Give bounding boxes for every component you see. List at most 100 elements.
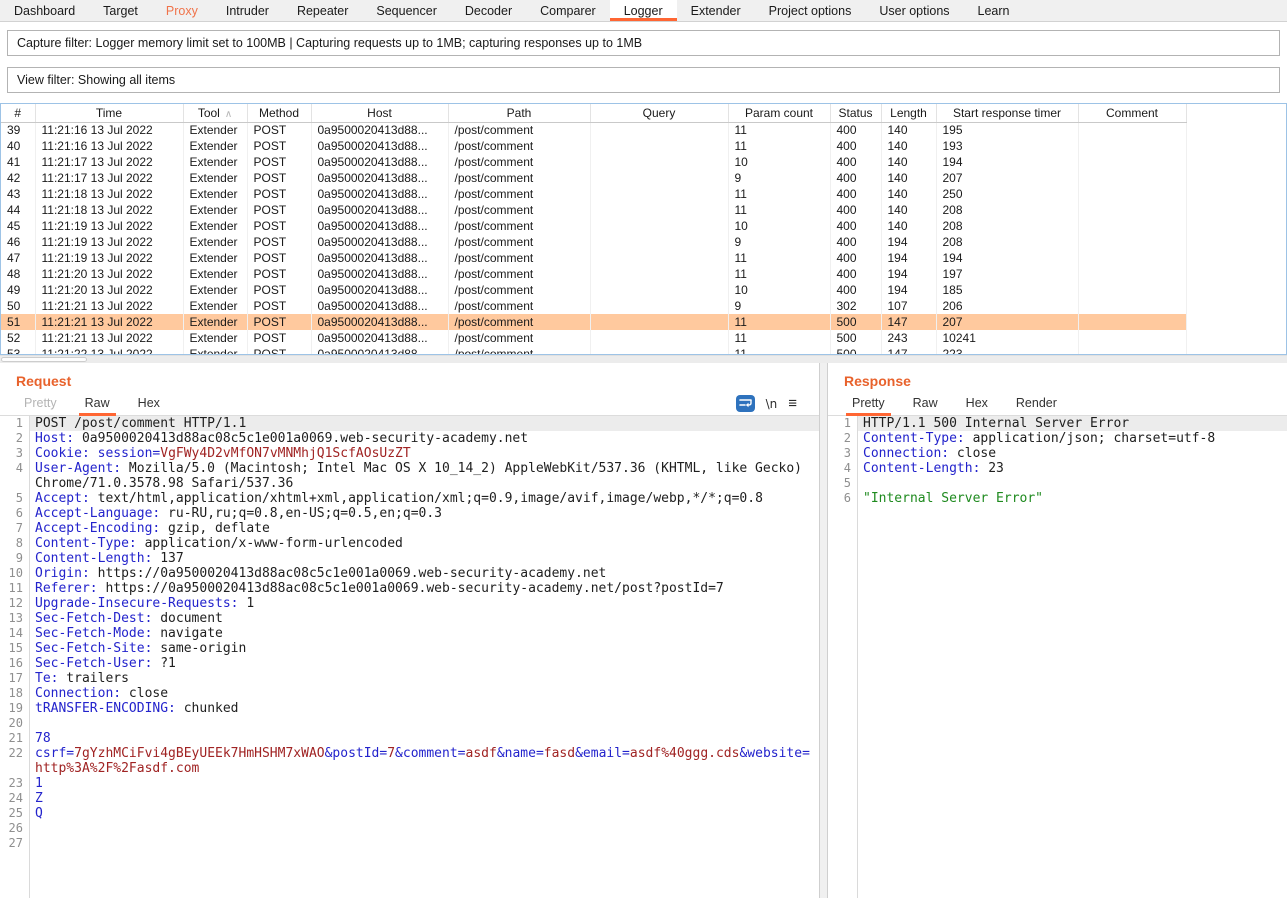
cell-timer: 193 bbox=[936, 138, 1078, 154]
cell-path: /post/comment bbox=[448, 202, 590, 218]
table-row[interactable]: 4311:21:18 13 Jul 2022ExtenderPOST0a9500… bbox=[1, 186, 1186, 202]
cell-path: /post/comment bbox=[448, 250, 590, 266]
tab-request-raw[interactable]: Raw bbox=[71, 393, 124, 415]
horizontal-scrollbar[interactable] bbox=[0, 355, 1287, 363]
cell-timer: 194 bbox=[936, 154, 1078, 170]
menu-tab-comparer[interactable]: Comparer bbox=[526, 0, 610, 21]
cell-num: 53 bbox=[1, 346, 35, 355]
cell-status: 400 bbox=[830, 218, 881, 234]
request-editor[interactable]: 1POST /post/comment HTTP/1.12Host: 0a950… bbox=[0, 416, 819, 898]
table-row[interactable]: 4111:21:17 13 Jul 2022ExtenderPOST0a9500… bbox=[1, 154, 1186, 170]
menu-tab-logger[interactable]: Logger bbox=[610, 0, 677, 21]
tab-request-pretty[interactable]: Pretty bbox=[10, 393, 71, 415]
table-row[interactable]: 5111:21:21 13 Jul 2022ExtenderPOST0a9500… bbox=[1, 314, 1186, 330]
cell-method: POST bbox=[247, 314, 311, 330]
table-row[interactable]: 4511:21:19 13 Jul 2022ExtenderPOST0a9500… bbox=[1, 218, 1186, 234]
column-header-time[interactable]: Time bbox=[35, 104, 183, 122]
cell-host: 0a9500020413d88... bbox=[311, 202, 448, 218]
cell-time: 11:21:20 13 Jul 2022 bbox=[35, 266, 183, 282]
word-wrap-toggle-icon[interactable] bbox=[736, 395, 755, 412]
editor-menu-icon[interactable]: ≡ bbox=[788, 395, 797, 412]
line-content: Accept: text/html,application/xhtml+xml,… bbox=[29, 491, 819, 506]
line-number: 8 bbox=[0, 536, 29, 551]
response-editor[interactable]: 1HTTP/1.1 500 Internal Server Error2Cont… bbox=[828, 416, 1287, 898]
tab-response-raw[interactable]: Raw bbox=[899, 393, 952, 415]
column-header-query[interactable]: Query bbox=[590, 104, 728, 122]
table-row[interactable]: 4211:21:17 13 Jul 2022ExtenderPOST0a9500… bbox=[1, 170, 1186, 186]
cell-time: 11:21:18 13 Jul 2022 bbox=[35, 202, 183, 218]
cell-status: 302 bbox=[830, 298, 881, 314]
cell-tool: Extender bbox=[183, 186, 247, 202]
cell-query bbox=[590, 298, 728, 314]
editor-line: 6Accept-Language: ru-RU,ru;q=0.8,en-US;q… bbox=[0, 506, 819, 521]
logger-table: #TimeTool∧MethodHostPathQueryParam count… bbox=[0, 103, 1287, 355]
editor-line: 17Te: trailers bbox=[0, 671, 819, 686]
menu-tab-extender[interactable]: Extender bbox=[677, 0, 755, 21]
menu-tab-sequencer[interactable]: Sequencer bbox=[362, 0, 450, 21]
newline-indicator-icon[interactable]: \n bbox=[766, 397, 778, 411]
table-row[interactable]: 4411:21:18 13 Jul 2022ExtenderPOST0a9500… bbox=[1, 202, 1186, 218]
column-header-path[interactable]: Path bbox=[448, 104, 590, 122]
tab-response-hex[interactable]: Hex bbox=[952, 393, 1002, 415]
table-row[interactable]: 4911:21:20 13 Jul 2022ExtenderPOST0a9500… bbox=[1, 282, 1186, 298]
cell-num: 51 bbox=[1, 314, 35, 330]
tab-request-hex[interactable]: Hex bbox=[124, 393, 174, 415]
column-header-status[interactable]: Status bbox=[830, 104, 881, 122]
view-filter-bar[interactable]: View filter: Showing all items bbox=[7, 67, 1280, 93]
menu-tab-repeater[interactable]: Repeater bbox=[283, 0, 362, 21]
column-header-method[interactable]: Method bbox=[247, 104, 311, 122]
table-row[interactable]: 4611:21:19 13 Jul 2022ExtenderPOST0a9500… bbox=[1, 234, 1186, 250]
table-row[interactable]: 5011:21:21 13 Jul 2022ExtenderPOST0a9500… bbox=[1, 298, 1186, 314]
menu-tab-intruder[interactable]: Intruder bbox=[212, 0, 283, 21]
table-row[interactable]: 5311:21:22 13 Jul 2022ExtenderPOST0a9500… bbox=[1, 346, 1186, 355]
cell-method: POST bbox=[247, 186, 311, 202]
menu-tab-user-options[interactable]: User options bbox=[865, 0, 963, 21]
menu-tab-dashboard[interactable]: Dashboard bbox=[0, 0, 89, 21]
cell-query bbox=[590, 314, 728, 330]
table-row[interactable]: 3911:21:16 13 Jul 2022ExtenderPOST0a9500… bbox=[1, 122, 1186, 138]
menu-tab-proxy[interactable]: Proxy bbox=[152, 0, 212, 21]
cell-param_count: 9 bbox=[728, 234, 830, 250]
line-number: 1 bbox=[0, 416, 29, 431]
cell-status: 400 bbox=[830, 154, 881, 170]
cell-status: 400 bbox=[830, 186, 881, 202]
line-number: 6 bbox=[828, 491, 857, 506]
tab-response-render[interactable]: Render bbox=[1002, 393, 1071, 415]
menu-tab-project-options[interactable]: Project options bbox=[755, 0, 866, 21]
column-header-tool[interactable]: Tool∧ bbox=[183, 104, 247, 122]
menu-tab-learn[interactable]: Learn bbox=[964, 0, 1024, 21]
line-content: Sec-Fetch-Mode: navigate bbox=[29, 626, 819, 641]
tab-response-pretty[interactable]: Pretty bbox=[838, 393, 899, 415]
editor-line: 16Sec-Fetch-User: ?1 bbox=[0, 656, 819, 671]
cell-length: 107 bbox=[881, 298, 936, 314]
column-header-length[interactable]: Length bbox=[881, 104, 936, 122]
panel-splitter[interactable] bbox=[820, 363, 827, 898]
cell-path: /post/comment bbox=[448, 314, 590, 330]
cell-comment bbox=[1078, 234, 1186, 250]
cell-length: 194 bbox=[881, 250, 936, 266]
table-row[interactable]: 5211:21:21 13 Jul 2022ExtenderPOST0a9500… bbox=[1, 330, 1186, 346]
cell-comment bbox=[1078, 170, 1186, 186]
menu-tab-target[interactable]: Target bbox=[89, 0, 152, 21]
cell-length: 194 bbox=[881, 282, 936, 298]
column-header-comment[interactable]: Comment bbox=[1078, 104, 1186, 122]
column-header-timer[interactable]: Start response timer bbox=[936, 104, 1078, 122]
table-row[interactable]: 4811:21:20 13 Jul 2022ExtenderPOST0a9500… bbox=[1, 266, 1186, 282]
menu-tab-decoder[interactable]: Decoder bbox=[451, 0, 526, 21]
table-row[interactable]: 4011:21:16 13 Jul 2022ExtenderPOST0a9500… bbox=[1, 138, 1186, 154]
table-row[interactable]: 4711:21:19 13 Jul 2022ExtenderPOST0a9500… bbox=[1, 250, 1186, 266]
editor-line: 231 bbox=[0, 776, 819, 791]
line-number: 10 bbox=[0, 566, 29, 581]
editor-line: 26 bbox=[0, 821, 819, 836]
capture-filter-bar[interactable]: Capture filter: Logger memory limit set … bbox=[7, 30, 1280, 56]
editor-line: 12Upgrade-Insecure-Requests: 1 bbox=[0, 596, 819, 611]
column-header-param_count[interactable]: Param count bbox=[728, 104, 830, 122]
column-header-host[interactable]: Host bbox=[311, 104, 448, 122]
cell-timer: 207 bbox=[936, 314, 1078, 330]
column-header-num[interactable]: # bbox=[1, 104, 35, 122]
cell-timer: 208 bbox=[936, 202, 1078, 218]
editor-line: 5Accept: text/html,application/xhtml+xml… bbox=[0, 491, 819, 506]
scrollbar-thumb[interactable] bbox=[1, 357, 87, 362]
line-number: 2 bbox=[0, 431, 29, 446]
line-number bbox=[0, 476, 29, 491]
